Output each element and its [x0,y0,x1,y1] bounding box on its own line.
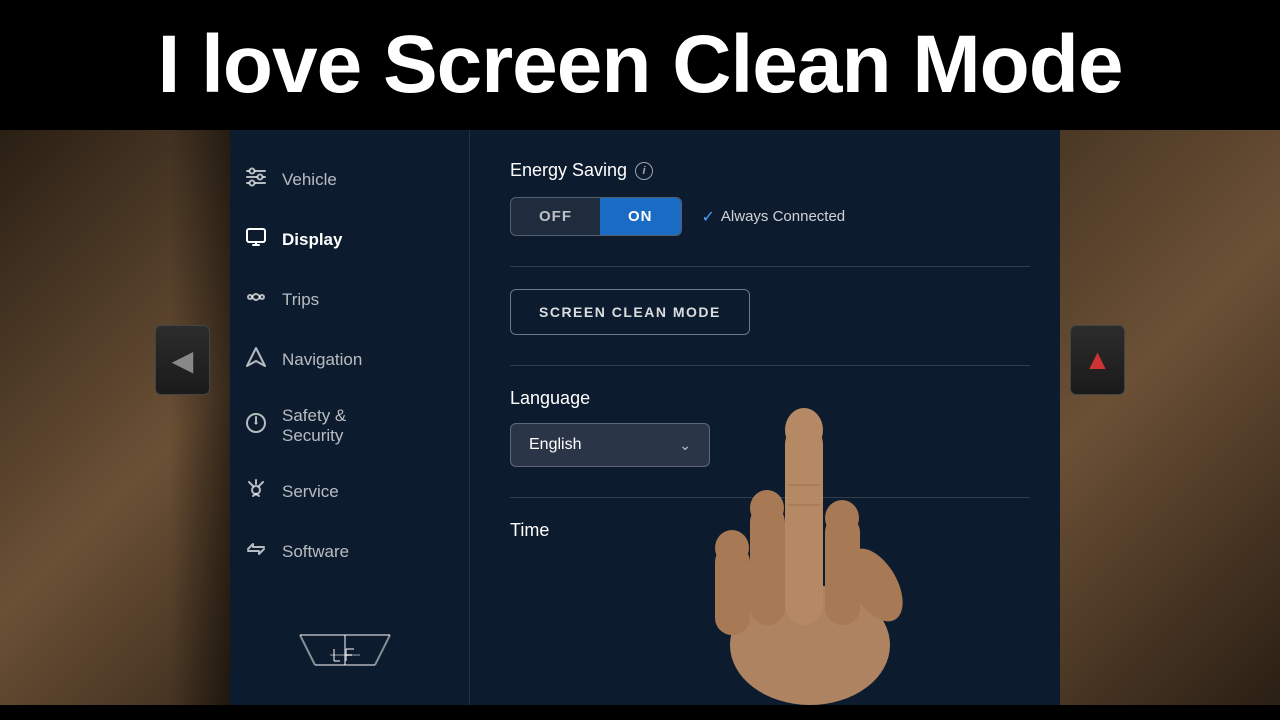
sidebar: Vehicle Display Trips [220,130,470,705]
energy-saving-label: Energy Saving [510,160,627,181]
energy-saving-title: Energy Saving i [510,160,1030,181]
checkmark-icon: ✓ [702,207,715,227]
sidebar-item-display[interactable]: Display [220,210,469,270]
sidebar-item-navigation[interactable]: Navigation [220,330,469,390]
sidebar-item-trips[interactable]: Trips [220,270,469,330]
title-bar: I love Screen Clean Mode [0,0,1280,130]
chevron-down-icon: ⌄ [679,437,691,454]
vehicle-icon [244,166,268,194]
divider-2 [510,365,1030,366]
always-connected: ✓ Always Connected [702,207,846,227]
sidebar-item-software-label: Software [282,542,349,562]
sidebar-item-safety-security[interactable]: Safety &Security [220,390,469,462]
divider-1 [510,266,1030,267]
seat-left [0,130,230,705]
right-arrow-button[interactable]: ▲ [1070,325,1125,395]
sidebar-logo [220,625,470,680]
sidebar-item-vehicle[interactable]: Vehicle [220,150,469,210]
screen-clean-mode-section: SCREEN CLEAN MODE [510,289,1030,335]
seat-right [1060,130,1280,705]
left-arrow-icon: ◀ [172,344,194,377]
left-arrow-button[interactable]: ◀ [155,325,210,395]
on-toggle-button[interactable]: ON [600,198,681,235]
page-title: I love Screen Clean Mode [158,18,1123,112]
toggle-row: OFF ON ✓ Always Connected [510,197,1030,236]
screen-clean-mode-button[interactable]: SCREEN CLEAN MODE [510,289,750,335]
off-toggle-button[interactable]: OFF [511,198,600,235]
safety-icon [244,412,268,440]
sidebar-item-service-label: Service [282,482,339,502]
sidebar-item-vehicle-label: Vehicle [282,170,337,190]
toggle-group: OFF ON [510,197,682,236]
sidebar-item-service[interactable]: Service [220,462,469,522]
sidebar-item-display-label: Display [282,230,342,250]
service-icon [244,478,268,506]
info-icon[interactable]: i [635,162,653,180]
software-icon [244,538,268,566]
tesla-screen: Vehicle Display Trips [220,130,1070,705]
always-connected-label: Always Connected [721,208,845,225]
sidebar-item-trips-label: Trips [282,290,319,310]
navigation-icon [244,346,268,374]
energy-saving-section: Energy Saving i OFF ON ✓ Always Connecte… [510,160,1030,236]
main-content: Energy Saving i OFF ON ✓ Always Connecte… [470,130,1070,705]
language-select[interactable]: English ⌄ [510,423,710,467]
time-label: Time [510,520,1030,541]
logo-svg [290,625,400,680]
right-arrow-icon: ▲ [1084,344,1112,376]
language-selected-value: English [529,436,581,454]
language-label: Language [510,388,1030,409]
language-section: Language English ⌄ [510,388,1030,467]
divider-3 [510,497,1030,498]
sidebar-item-navigation-label: Navigation [282,350,362,370]
bottom-bar [0,705,1280,720]
display-icon [244,226,268,254]
time-section: Time [510,520,1030,541]
sidebar-item-software[interactable]: Software [220,522,469,582]
sidebar-item-safety-security-label: Safety &Security [282,406,346,446]
trips-icon [244,286,268,314]
